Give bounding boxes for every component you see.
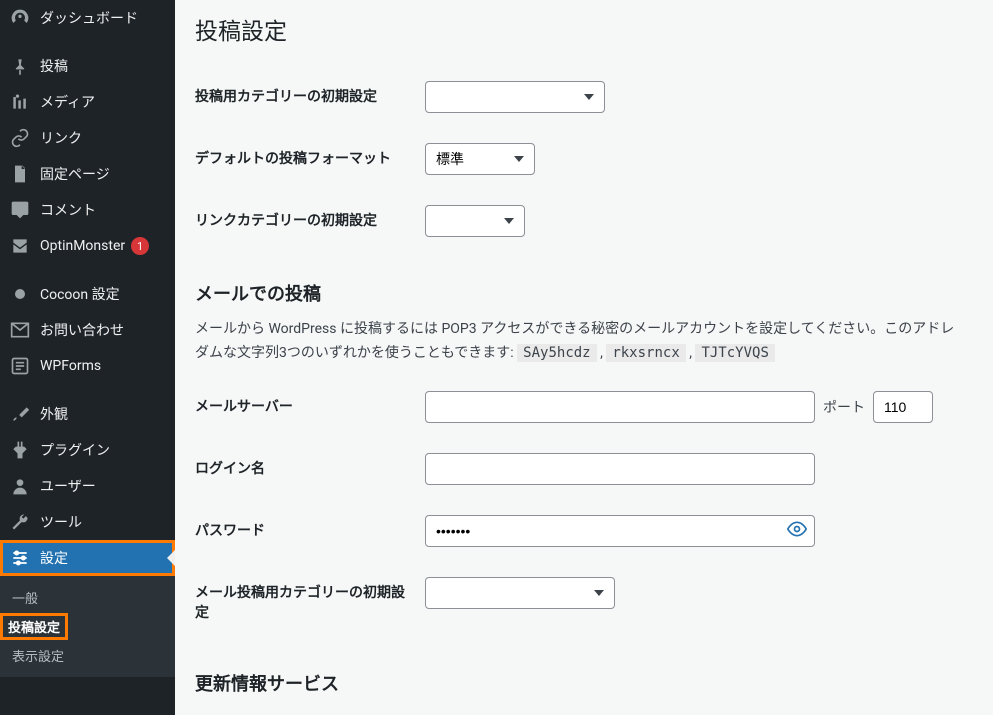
sidebar-item-label: ツール	[40, 512, 82, 532]
sidebar-item-settings[interactable]: 設定	[0, 540, 175, 576]
pin-icon	[10, 56, 30, 76]
login-label: ログイン名	[195, 438, 425, 500]
mail-server-input[interactable]	[425, 391, 815, 423]
sidebar-item-plugins[interactable]: プラグイン	[0, 432, 175, 468]
sidebar-item-cocoon[interactable]: Cocoon 設定	[0, 276, 175, 312]
sidebar-item-label: 投稿	[40, 56, 68, 76]
media-icon	[10, 92, 30, 112]
sidebar-item-pages[interactable]: 固定ページ	[0, 156, 175, 192]
sidebar-item-links[interactable]: リンク	[0, 120, 175, 156]
random-code-3: TJTcYVQS	[695, 344, 774, 362]
sidebar-item-tools[interactable]: ツール	[0, 504, 175, 540]
sidebar-item-dashboard[interactable]: ダッシュボード	[0, 0, 175, 36]
random-code-1: SAy5hcdz	[517, 344, 596, 362]
default-category-select[interactable]	[425, 81, 605, 113]
link-category-label: リンクカテゴリーの初期設定	[195, 190, 425, 252]
dashboard-icon	[10, 8, 30, 28]
default-format-select[interactable]: 標準	[425, 143, 535, 175]
mail-category-select[interactable]	[425, 577, 615, 609]
sidebar-item-label: 設定	[40, 548, 68, 568]
sidebar-item-users[interactable]: ユーザー	[0, 468, 175, 504]
page-title: 投稿設定	[195, 12, 973, 46]
page-icon	[10, 164, 30, 184]
sidebar-item-label: OptinMonster	[40, 238, 125, 254]
mail-category-label: メール投稿用カテゴリーの初期設定	[195, 562, 425, 642]
writing-settings-table: 投稿用カテゴリーの初期設定 デフォルトの投稿フォーマット 標準 リンクカテゴリー…	[195, 66, 973, 252]
sidebar-item-label: Cocoon 設定	[40, 284, 120, 304]
port-input[interactable]	[873, 391, 933, 423]
port-label: ポート	[823, 397, 865, 417]
sidebar-item-media[interactable]: メディア	[0, 84, 175, 120]
sidebar-item-label: リンク	[40, 128, 82, 148]
sidebar-item-label: WPForms	[40, 358, 101, 374]
link-category-select[interactable]	[425, 205, 525, 237]
sidebar-item-label: メディア	[40, 92, 95, 112]
brush-icon	[10, 404, 30, 424]
password-input[interactable]	[425, 515, 815, 547]
sidebar-item-label: コメント	[40, 200, 96, 220]
password-label: パスワード	[195, 500, 425, 562]
submenu-reading[interactable]: 表示設定	[0, 640, 175, 671]
notification-badge: 1	[131, 237, 149, 255]
sidebar-item-wpforms[interactable]: WPForms	[0, 348, 175, 384]
wrench-icon	[10, 512, 30, 532]
sidebar-item-posts[interactable]: 投稿	[0, 48, 175, 84]
mail-section-description: メールから WordPress に投稿するには POP3 アクセスができる秘密の…	[195, 318, 973, 366]
envelope-icon	[10, 320, 30, 340]
sidebar-item-label: ユーザー	[40, 476, 96, 496]
submenu-general[interactable]: 一般	[0, 582, 175, 613]
optin-icon	[10, 236, 30, 256]
sidebar-item-label: ダッシュボード	[40, 8, 138, 28]
default-category-label: 投稿用カテゴリーの初期設定	[195, 66, 425, 128]
sidebar-item-label: プラグイン	[40, 440, 110, 460]
eye-icon[interactable]	[787, 519, 807, 543]
mail-server-label: メールサーバー	[195, 376, 425, 438]
user-icon	[10, 476, 30, 496]
update-services-heading: 更新情報サービス	[195, 670, 973, 696]
sidebar-item-label: お問い合わせ	[40, 320, 124, 340]
sidebar-item-label: 外観	[40, 404, 68, 424]
sidebar-item-contact[interactable]: お問い合わせ	[0, 312, 175, 348]
default-format-label: デフォルトの投稿フォーマット	[195, 128, 425, 190]
sliders-icon	[10, 548, 30, 568]
link-icon	[10, 128, 30, 148]
mail-settings-table: メールサーバー ポート ログイン名 パスワード メール	[195, 376, 973, 642]
admin-sidebar: ダッシュボード投稿メディアリンク固定ページコメント OptinMonster 1 Co…	[0, 0, 175, 715]
sidebar-item-appearance[interactable]: 外観	[0, 396, 175, 432]
sidebar-item-optinmonster[interactable]: OptinMonster 1	[0, 228, 175, 264]
submenu-writing[interactable]: 投稿設定	[0, 613, 68, 640]
main-content: 投稿設定 投稿用カテゴリーの初期設定 デフォルトの投稿フォーマット 標準 リンク…	[175, 0, 993, 715]
dot-icon	[10, 284, 30, 304]
settings-submenu: 一般投稿設定表示設定	[0, 576, 175, 677]
plugin-icon	[10, 440, 30, 460]
sidebar-item-label: 固定ページ	[40, 164, 110, 184]
login-input[interactable]	[425, 453, 815, 485]
comment-icon	[10, 200, 30, 220]
sidebar-item-comments[interactable]: コメント	[0, 192, 175, 228]
random-code-2: rkxsrncx	[606, 344, 685, 362]
mail-section-heading: メールでの投稿	[195, 280, 973, 306]
wpforms-icon	[10, 356, 30, 376]
